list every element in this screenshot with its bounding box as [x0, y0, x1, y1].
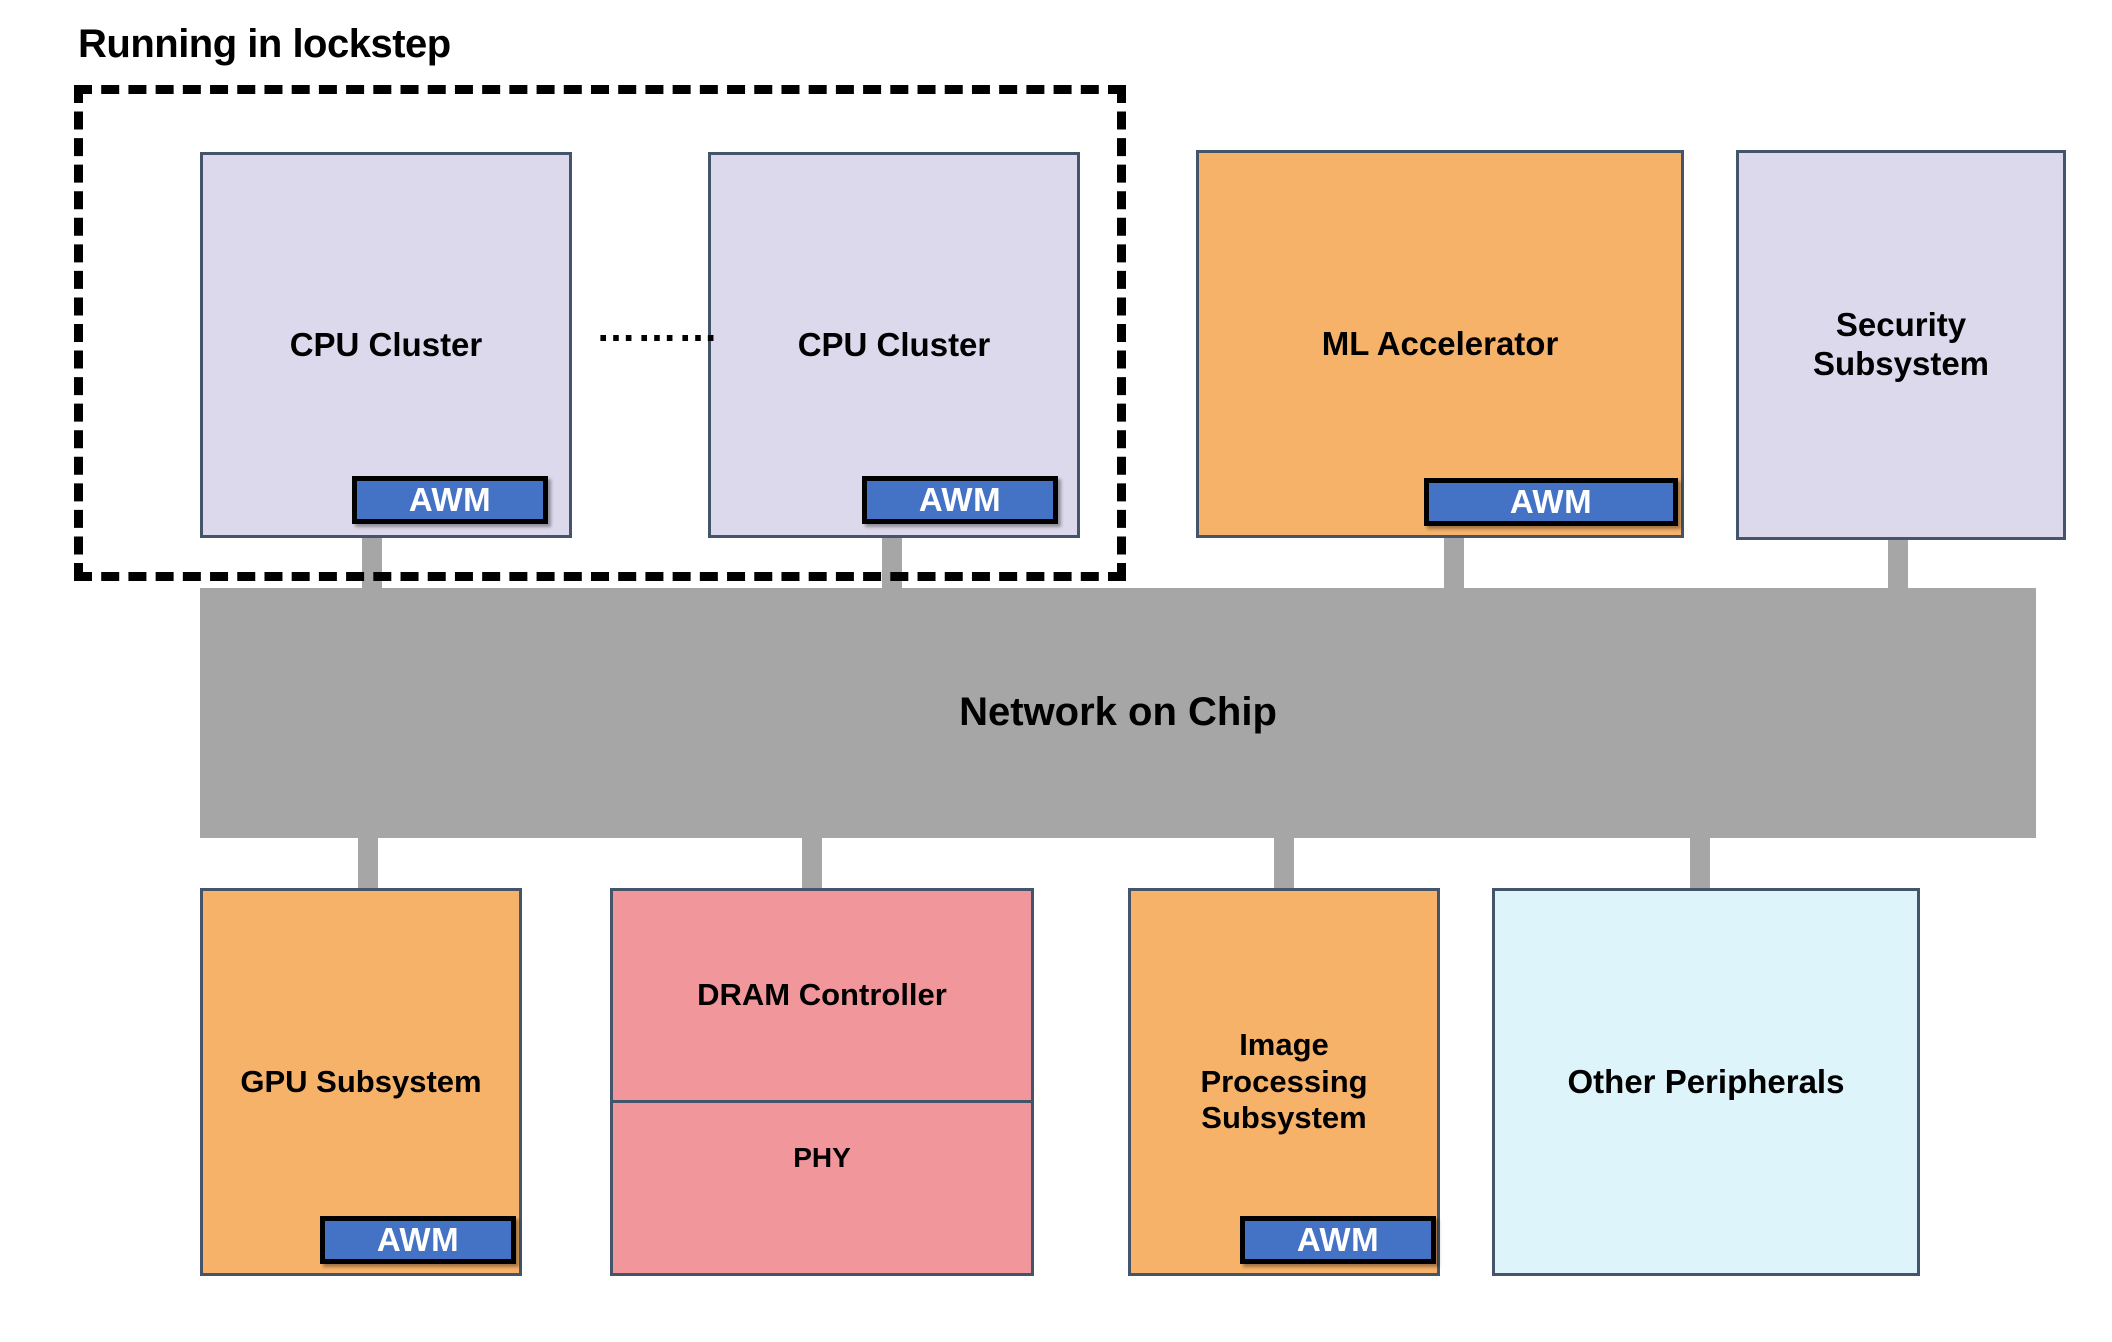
block-security-subsystem[interactable]: Security Subsystem [1736, 150, 2066, 540]
dram-controller-upper-section: DRAM Controller [613, 891, 1031, 1103]
connector-security-subsystem-to-noc [1888, 534, 1908, 592]
connector-ml-accelerator-to-noc [1444, 534, 1464, 592]
block-label-image-processing-subsystem: Image Processing Subsystem [1200, 1027, 1368, 1136]
block-label-cpu-cluster-2: CPU Cluster [797, 325, 991, 363]
block-label-other-peripherals: Other Peripherals [1567, 1062, 1845, 1100]
block-other-peripherals[interactable]: Other Peripherals [1492, 888, 1920, 1276]
awm-badge-ml-accelerator[interactable]: AWM [1424, 478, 1678, 526]
connector-noc-to-gpu-subsystem [358, 834, 378, 892]
block-network-on-chip[interactable]: Network on Chip [200, 588, 2036, 838]
awm-badge-cpu-cluster-2[interactable]: AWM [862, 476, 1058, 524]
block-label-gpu-subsystem: GPU Subsystem [240, 1063, 482, 1099]
awm-badge-image-processing-subsystem[interactable]: AWM [1240, 1216, 1436, 1264]
block-label-ml-accelerator: ML Accelerator [1321, 324, 1559, 362]
block-label-phy: PHY [793, 1142, 851, 1173]
lockstep-group-label: Running in lockstep [78, 22, 451, 66]
ellipsis-between-cpu-clusters: ……… [596, 306, 719, 350]
awm-badge-cpu-cluster-1[interactable]: AWM [352, 476, 548, 524]
block-label-cpu-cluster-1: CPU Cluster [289, 325, 483, 363]
awm-badge-gpu-subsystem[interactable]: AWM [320, 1216, 516, 1264]
connector-noc-to-dram-controller [802, 834, 822, 892]
block-label-network-on-chip: Network on Chip [959, 690, 1277, 735]
block-dram-controller[interactable]: DRAM Controller PHY [610, 888, 1034, 1276]
block-label-dram-controller: DRAM Controller [697, 977, 947, 1013]
connector-noc-to-other-peripherals [1690, 834, 1710, 892]
soc-architecture-diagram: Running in lockstep CPU Cluster ……… CPU … [0, 0, 2112, 1342]
dram-controller-phy-section: PHY [613, 1103, 1031, 1273]
connector-noc-to-image-processing-subsystem [1274, 834, 1294, 892]
block-label-security-subsystem: Security Subsystem [1812, 306, 1990, 382]
